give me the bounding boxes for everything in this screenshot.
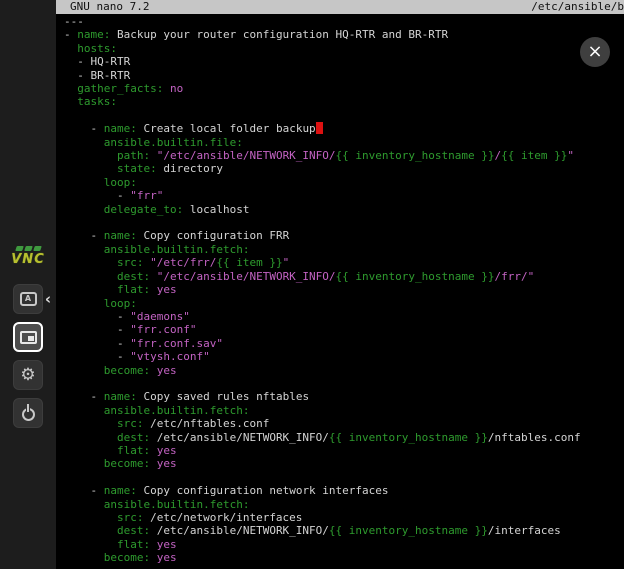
code-line: - "frr" (64, 189, 624, 202)
code-line: ansible.builtin.fetch: (64, 404, 624, 417)
keyboard-button[interactable]: A (13, 284, 43, 314)
power-icon (22, 408, 35, 421)
code-line: path: "/etc/ansible/NETWORK_INFO/{{ inve… (64, 149, 624, 162)
code-line: - name: Create local folder backup (64, 122, 624, 135)
code-line: dest: /etc/ansible/NETWORK_INFO/{{ inven… (64, 431, 624, 444)
code-line: src: /etc/network/interfaces (64, 511, 624, 524)
code-line: - name: Copy configuration network inter… (64, 484, 624, 497)
code-line: ansible.builtin.file: (64, 136, 624, 149)
code-line: - "daemons" (64, 310, 624, 323)
code-line: - name: Copy saved rules nftables (64, 390, 624, 403)
code-line: ansible.builtin.fetch: (64, 498, 624, 511)
close-icon: × (587, 43, 602, 61)
nano-app-title: GNU nano 7.2 (70, 0, 149, 14)
keyboard-icon-letter: A (25, 295, 31, 303)
code-line: --- (64, 15, 624, 28)
close-button[interactable]: × (580, 37, 610, 67)
code-line: - "frr.conf.sav" (64, 337, 624, 350)
novnc-logo: VNC (0, 246, 56, 267)
terminal[interactable]: ---- name: Backup your router configurat… (56, 14, 624, 569)
novnc-logo-marks (0, 246, 56, 251)
code-line: dest: "/etc/ansible/NETWORK_INFO/{{ inve… (64, 270, 624, 283)
nano-titlebar: GNU nano 7.2 /etc/ansible/b (56, 0, 624, 14)
fullscreen-button[interactable] (13, 322, 43, 352)
code-line: flat: yes (64, 283, 624, 296)
settings-button[interactable]: ⚙ (13, 360, 43, 390)
code-line: become: yes (64, 457, 624, 470)
code-line: loop: (64, 297, 624, 310)
code-line: delegate_to: localhost (64, 203, 624, 216)
code-line: hosts: (64, 42, 624, 55)
code-line: flat: yes (64, 538, 624, 551)
code-line: src: "/etc/frr/{{ item }}" (64, 256, 624, 269)
screen: VNC A ⚙ ‹ GNU nano 7.2 /etc/ansible/b (0, 0, 624, 569)
terminal-code: ---- name: Backup your router configurat… (64, 15, 624, 565)
gear-icon: ⚙ (20, 367, 35, 384)
code-line: - HQ-RTR (64, 55, 624, 68)
code-line (64, 471, 624, 484)
novnc-logo-text: VNC (0, 252, 56, 267)
code-line: become: yes (64, 551, 624, 564)
code-line: ansible.builtin.fetch: (64, 243, 624, 256)
fullscreen-icon (20, 331, 37, 344)
keyboard-icon: A (20, 292, 37, 306)
power-button[interactable] (13, 398, 43, 428)
code-line: - name: Copy configuration FRR (64, 229, 624, 242)
nano-file-path: /etc/ansible/b (531, 0, 624, 14)
vnc-sidebar: VNC A ⚙ ‹ (0, 0, 56, 569)
control-bar-handle[interactable]: ‹ (42, 288, 54, 310)
code-line: tasks: (64, 95, 624, 108)
code-line: state: directory (64, 162, 624, 175)
code-line: - name: Backup your router configuration… (64, 28, 624, 41)
code-line: dest: /etc/ansible/NETWORK_INFO/{{ inven… (64, 524, 624, 537)
code-line: - "vtysh.conf" (64, 350, 624, 363)
code-line: src: /etc/nftables.conf (64, 417, 624, 430)
code-line: flat: yes (64, 444, 624, 457)
code-line (64, 109, 624, 122)
code-line: loop: (64, 176, 624, 189)
code-line: become: yes (64, 364, 624, 377)
code-line (64, 377, 624, 390)
code-line (64, 216, 624, 229)
code-line: - BR-RTR (64, 69, 624, 82)
code-line: gather_facts: no (64, 82, 624, 95)
code-line: - "frr.conf" (64, 323, 624, 336)
text-cursor (316, 122, 323, 134)
